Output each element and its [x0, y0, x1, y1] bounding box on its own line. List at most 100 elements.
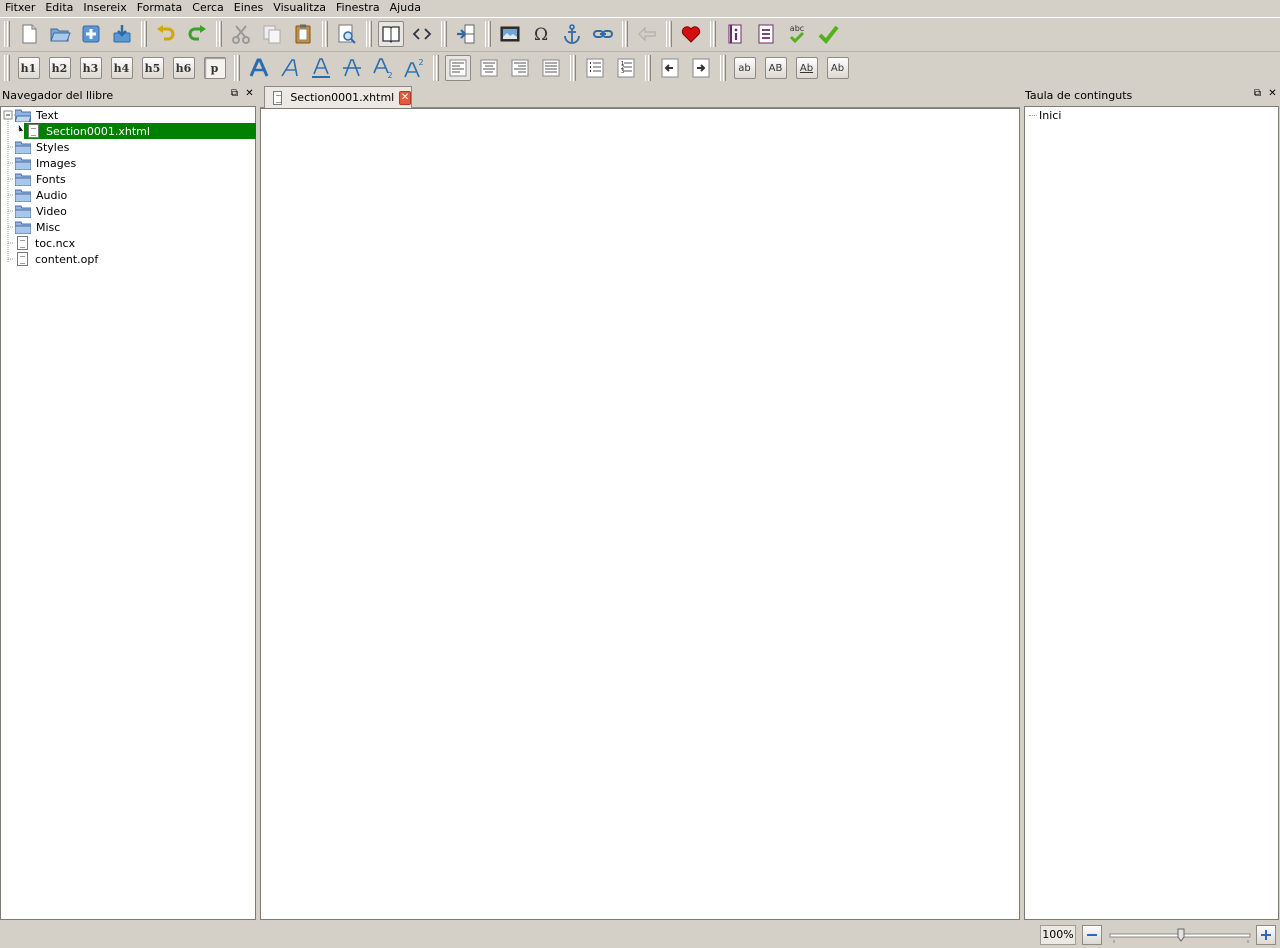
toc-entry[interactable]: Inici — [1029, 107, 1061, 123]
heading-h3-button[interactable]: h3 — [79, 57, 102, 79]
find-button[interactable] — [334, 21, 360, 47]
float-panel-icon[interactable]: ⧉ — [1252, 88, 1263, 99]
heading-h5-button[interactable]: h5 — [141, 57, 164, 79]
validate-button[interactable] — [815, 21, 841, 47]
toolbar-grip[interactable] — [666, 21, 672, 47]
metadata-button[interactable] — [722, 21, 748, 47]
insert-image-button[interactable] — [497, 21, 523, 47]
strikethrough-button[interactable] — [339, 55, 365, 81]
document-icon — [17, 236, 28, 250]
add-file-button[interactable] — [78, 21, 104, 47]
bullet-list-button[interactable] — [582, 55, 608, 81]
open-button[interactable] — [47, 21, 73, 47]
new-file-button[interactable] — [16, 21, 42, 47]
close-panel-icon[interactable]: ✕ — [244, 88, 255, 99]
menu-ajuda[interactable]: Ajuda — [385, 0, 426, 16]
tree-folder-audio[interactable]: Audio — [15, 187, 67, 203]
paste-button[interactable] — [290, 21, 316, 47]
zoom-in-button[interactable] — [1256, 925, 1276, 945]
toolbar-grip[interactable] — [4, 55, 10, 81]
heading-h6-button[interactable]: h6 — [172, 57, 195, 79]
toolbar-grip[interactable] — [322, 21, 328, 47]
align-justify-button[interactable] — [538, 55, 564, 81]
tree-file-toc-ncx[interactable]: toc.ncx — [17, 235, 75, 251]
toolbar-grip[interactable] — [441, 21, 447, 47]
uppercase-button[interactable]: AB — [764, 57, 787, 79]
increase-indent-button[interactable] — [688, 55, 714, 81]
menu-eines[interactable]: Eines — [229, 0, 268, 16]
italic-button[interactable] — [277, 55, 303, 81]
zoom-out-button[interactable] — [1082, 925, 1102, 945]
toolbar-grip[interactable] — [141, 21, 147, 47]
align-right-button[interactable] — [507, 55, 533, 81]
tree-file-section0001[interactable]: Section0001.xhtml — [24, 123, 256, 139]
save-button[interactable] — [109, 21, 135, 47]
zoom-slider[interactable] — [1108, 925, 1252, 945]
menu-formata[interactable]: Formata — [132, 0, 188, 16]
code-view-button[interactable] — [409, 21, 435, 47]
close-tab-icon[interactable]: ✕ — [399, 90, 411, 105]
toolbar-grip[interactable] — [622, 21, 628, 47]
tree-folder-images[interactable]: Images — [15, 155, 76, 171]
heading-h2-button[interactable]: h2 — [48, 57, 71, 79]
toc-button[interactable] — [753, 21, 779, 47]
tab-section0001[interactable]: Section0001.xhtml ✕ — [264, 86, 412, 108]
menu-fitxer[interactable]: Fitxer — [0, 0, 40, 16]
menu-visualitza[interactable]: Visualitza — [268, 0, 331, 16]
toolbar-grip[interactable] — [645, 55, 651, 81]
toolbar-grip[interactable] — [485, 21, 491, 47]
toolbar-grip[interactable] — [710, 21, 716, 47]
superscript-button[interactable]: 2 — [401, 55, 427, 81]
heading-h4-button[interactable]: h4 — [110, 57, 133, 79]
numbered-list-button[interactable]: 123 — [613, 55, 639, 81]
insert-link-button[interactable] — [590, 21, 616, 47]
toolbar-grip[interactable] — [4, 21, 10, 47]
toolbar-grip[interactable] — [366, 21, 372, 47]
tree-folder-misc[interactable]: Misc — [15, 219, 60, 235]
split-section-button[interactable] — [453, 21, 479, 47]
tree-folder-styles[interactable]: Styles — [15, 139, 69, 155]
menu-finestra[interactable]: Finestra — [331, 0, 385, 16]
undo-button[interactable] — [153, 21, 179, 47]
close-panel-icon[interactable]: ✕ — [1267, 88, 1278, 99]
tree-folder-video[interactable]: Video — [15, 203, 67, 219]
menu-edita[interactable]: Edita — [40, 0, 78, 16]
toolbar-grip[interactable] — [433, 55, 439, 81]
book-view-editor[interactable] — [260, 108, 1020, 920]
open-folder-icon — [49, 28, 71, 42]
underline-button[interactable] — [308, 55, 334, 81]
decrease-indent-button[interactable] — [657, 55, 683, 81]
paragraph-button[interactable]: p — [203, 57, 226, 79]
align-left-button[interactable] — [444, 55, 471, 81]
toolbar-grip[interactable] — [720, 55, 726, 81]
spellcheck-button[interactable]: abc — [784, 21, 810, 47]
titlecase-button[interactable]: Ab — [795, 57, 818, 79]
tree-file-content-opf[interactable]: content.opf — [17, 251, 98, 267]
tree-folder-text[interactable]: Text — [15, 107, 58, 123]
subscript-button[interactable]: 2 — [370, 55, 396, 81]
copy-button[interactable] — [259, 21, 285, 47]
menu-cerca[interactable]: Cerca — [187, 0, 229, 16]
tree-folder-fonts[interactable]: Fonts — [15, 171, 66, 187]
donate-button[interactable] — [678, 21, 704, 47]
book-browser-panel: Navegador del llibre ⧉ ✕ Text Section000… — [0, 86, 257, 920]
redo-button[interactable] — [184, 21, 210, 47]
capitalize-button[interactable]: Ab — [826, 57, 849, 79]
special-character-button[interactable]: Ω — [528, 21, 554, 47]
insert-anchor-button[interactable] — [559, 21, 585, 47]
book-tree: Text Section0001.xhtml Styles Images Fon… — [0, 106, 256, 920]
align-center-button[interactable] — [476, 55, 502, 81]
toolbar-grip[interactable] — [570, 55, 576, 81]
cut-button[interactable] — [228, 21, 254, 47]
toolbar-grip[interactable] — [216, 21, 222, 47]
book-view-button[interactable] — [377, 21, 404, 47]
validate-check-icon — [818, 25, 839, 45]
float-panel-icon[interactable]: ⧉ — [229, 88, 240, 99]
go-back-icon — [637, 26, 656, 42]
bold-button[interactable] — [246, 55, 272, 81]
heading-h1-button[interactable]: h1 — [17, 57, 40, 79]
go-back-button[interactable] — [634, 21, 660, 47]
toolbar-grip[interactable] — [234, 55, 240, 81]
menu-insereix[interactable]: Insereix — [78, 0, 131, 16]
lowercase-button[interactable]: ab — [733, 57, 756, 79]
